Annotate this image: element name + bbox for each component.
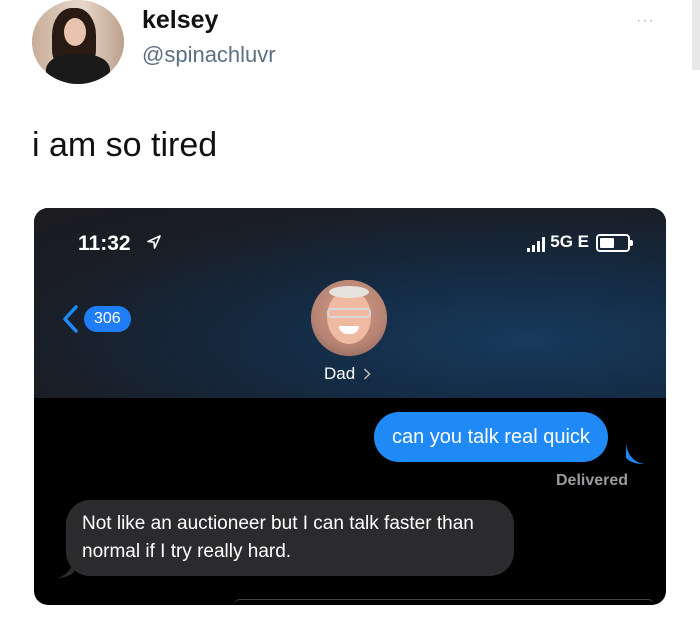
status-time: 11:32 <box>78 232 131 255</box>
embedded-screenshot[interactable]: 11:32 5G E 306 Dad can you talk real qui… <box>34 208 666 605</box>
network-type: 5G E <box>550 232 589 251</box>
status-indicators: 5G E <box>527 232 633 252</box>
scrollbar[interactable] <box>692 0 700 70</box>
input-bar-edge <box>234 599 654 605</box>
back-chevron-icon[interactable] <box>60 304 80 334</box>
tweet-text: i am so tired <box>32 126 218 164</box>
contact-name[interactable]: Dad <box>324 364 355 384</box>
sent-bubble-tail <box>626 444 644 464</box>
delivery-status: Delivered <box>556 472 629 489</box>
author-avatar[interactable] <box>32 0 124 84</box>
received-message-bubble[interactable]: Not like an auctioneer but I can talk fa… <box>66 500 514 576</box>
contact-photo[interactable] <box>311 280 387 356</box>
more-options-icon[interactable]: ··· <box>636 12 655 30</box>
cell-signal-icon <box>527 236 546 252</box>
unread-count-badge[interactable]: 306 <box>84 306 131 332</box>
received-bubble-tail <box>56 558 74 578</box>
tweet-header: kelsey @spinachluvr ··· <box>0 0 700 110</box>
messages-header: 11:32 5G E 306 Dad <box>34 208 666 398</box>
chevron-right-icon[interactable] <box>363 368 371 380</box>
sent-message-bubble[interactable]: can you talk real quick <box>374 412 608 462</box>
author-handle[interactable]: @spinachluvr <box>142 42 276 68</box>
battery-icon <box>596 234 633 252</box>
author-name[interactable]: kelsey <box>142 6 218 35</box>
location-arrow-icon <box>147 235 161 249</box>
